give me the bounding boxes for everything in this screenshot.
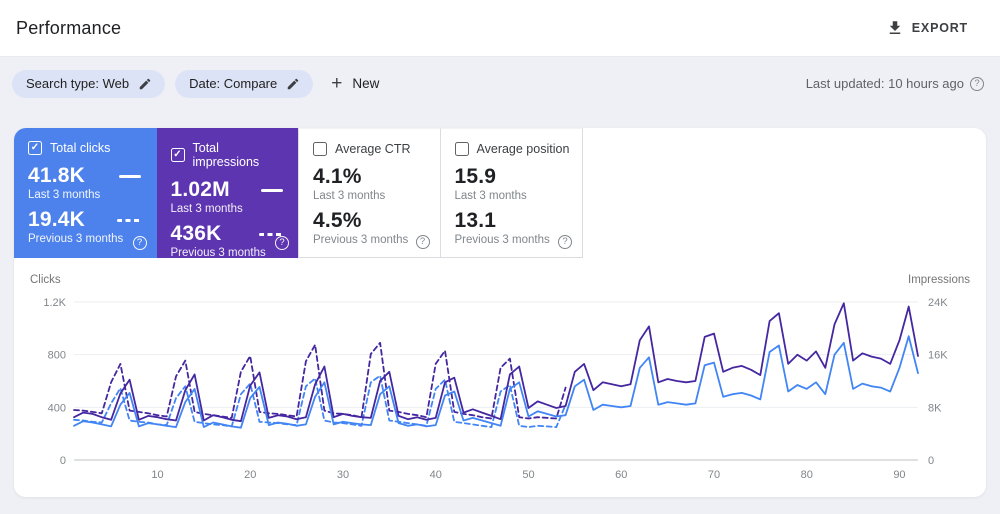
metric-period-previous: Previous 3 months [28, 233, 145, 245]
card-label: Average position [477, 142, 570, 156]
metric-value-previous: 13.1 [455, 209, 497, 233]
filter-chip-date-compare[interactable]: Date: Compare [175, 70, 313, 98]
export-label: EXPORT [912, 21, 968, 35]
svg-text:1.2K: 1.2K [43, 297, 66, 309]
export-button[interactable]: EXPORT [882, 13, 972, 43]
svg-text:90: 90 [893, 469, 905, 481]
new-filter-label: New [352, 76, 379, 91]
metric-value-previous: 436K [171, 222, 222, 246]
svg-text:40: 40 [430, 469, 442, 481]
help-icon[interactable]: ? [133, 236, 147, 250]
last-updated: Last updated: 10 hours ago ? [806, 76, 984, 91]
svg-text:8K: 8K [928, 402, 942, 414]
last-updated-text: Last updated: 10 hours ago [806, 76, 964, 91]
metric-period-previous: Previous 3 months [455, 234, 571, 246]
solid-line-icon [119, 175, 141, 178]
metric-period-current: Last 3 months [28, 189, 145, 201]
metric-value-current: 4.1% [313, 165, 362, 189]
dashed-line-icon [117, 219, 141, 222]
svg-text:400: 400 [48, 402, 66, 414]
svg-text:0: 0 [60, 455, 66, 467]
metric-period-previous: Previous 3 months [171, 247, 288, 259]
metric-value-current: 1.02M [171, 178, 230, 202]
pencil-icon [138, 77, 152, 91]
svg-text:10: 10 [151, 469, 163, 481]
svg-text:60: 60 [615, 469, 627, 481]
chart-section: Clicks Impressions 0 0 400 8K 800 16K 1.2K 24K 1… [14, 258, 986, 490]
metric-period-previous: Previous 3 months [313, 234, 428, 246]
card-average-ctr[interactable]: Average CTR 4.1% Last 3 months 4.5% Prev… [298, 128, 441, 258]
svg-text:0: 0 [928, 455, 934, 467]
metric-period-current: Last 3 months [313, 190, 428, 202]
metric-period-current: Last 3 months [455, 190, 571, 202]
help-icon[interactable]: ? [558, 235, 572, 249]
help-icon[interactable]: ? [416, 235, 430, 249]
solid-line-icon [261, 189, 283, 192]
svg-text:30: 30 [337, 469, 349, 481]
svg-text:80: 80 [801, 469, 813, 481]
pencil-icon [286, 77, 300, 91]
help-icon[interactable]: ? [275, 236, 289, 250]
right-axis-title: Impressions [908, 274, 970, 286]
svg-text:800: 800 [48, 350, 66, 362]
dashed-line-icon [259, 233, 283, 236]
metric-value-current: 41.8K [28, 164, 85, 188]
filter-chip-label: Date: Compare [189, 76, 277, 91]
card-label: Average CTR [335, 142, 411, 156]
metric-period-current: Last 3 months [171, 203, 288, 215]
filter-chip-search-type[interactable]: Search type: Web [12, 70, 165, 98]
plus-icon: + [331, 74, 342, 93]
metric-cards: ✓ Total clicks 41.8K Last 3 months 19.4K… [14, 128, 986, 258]
filter-row: Search type: Web Date: Compare + New Las… [0, 57, 1000, 110]
card-total-clicks[interactable]: ✓ Total clicks 41.8K Last 3 months 19.4K… [14, 128, 157, 258]
svg-text:20: 20 [244, 469, 256, 481]
checkbox-checked-icon[interactable]: ✓ [28, 141, 42, 155]
metric-value-previous: 19.4K [28, 208, 85, 232]
card-total-impressions[interactable]: ✓ Total impressions 1.02M Last 3 months … [157, 128, 300, 258]
filter-chip-label: Search type: Web [26, 76, 129, 91]
checkbox-unchecked-icon[interactable] [455, 142, 469, 156]
left-axis-title: Clicks [30, 274, 61, 286]
download-icon [886, 19, 904, 37]
checkbox-checked-icon[interactable]: ✓ [171, 148, 185, 162]
svg-text:16K: 16K [928, 350, 948, 362]
help-icon[interactable]: ? [970, 77, 984, 91]
metric-value-current: 15.9 [455, 165, 497, 189]
performance-chart[interactable]: 0 0 400 8K 800 16K 1.2K 24K 10 20 30 40 50 60 70 80 90 [24, 290, 976, 490]
svg-text:24K: 24K [928, 297, 948, 309]
card-label: Total impressions [193, 141, 288, 169]
top-bar: Performance EXPORT [0, 0, 1000, 57]
card-label: Total clicks [50, 141, 110, 155]
new-filter-button[interactable]: + New [331, 74, 379, 93]
svg-text:70: 70 [708, 469, 720, 481]
svg-text:50: 50 [522, 469, 534, 481]
checkbox-unchecked-icon[interactable] [313, 142, 327, 156]
performance-panel: ✓ Total clicks 41.8K Last 3 months 19.4K… [14, 128, 986, 497]
metric-value-previous: 4.5% [313, 209, 362, 233]
card-average-position[interactable]: Average position 15.9 Last 3 months 13.1… [441, 128, 584, 258]
page-title: Performance [16, 18, 121, 39]
